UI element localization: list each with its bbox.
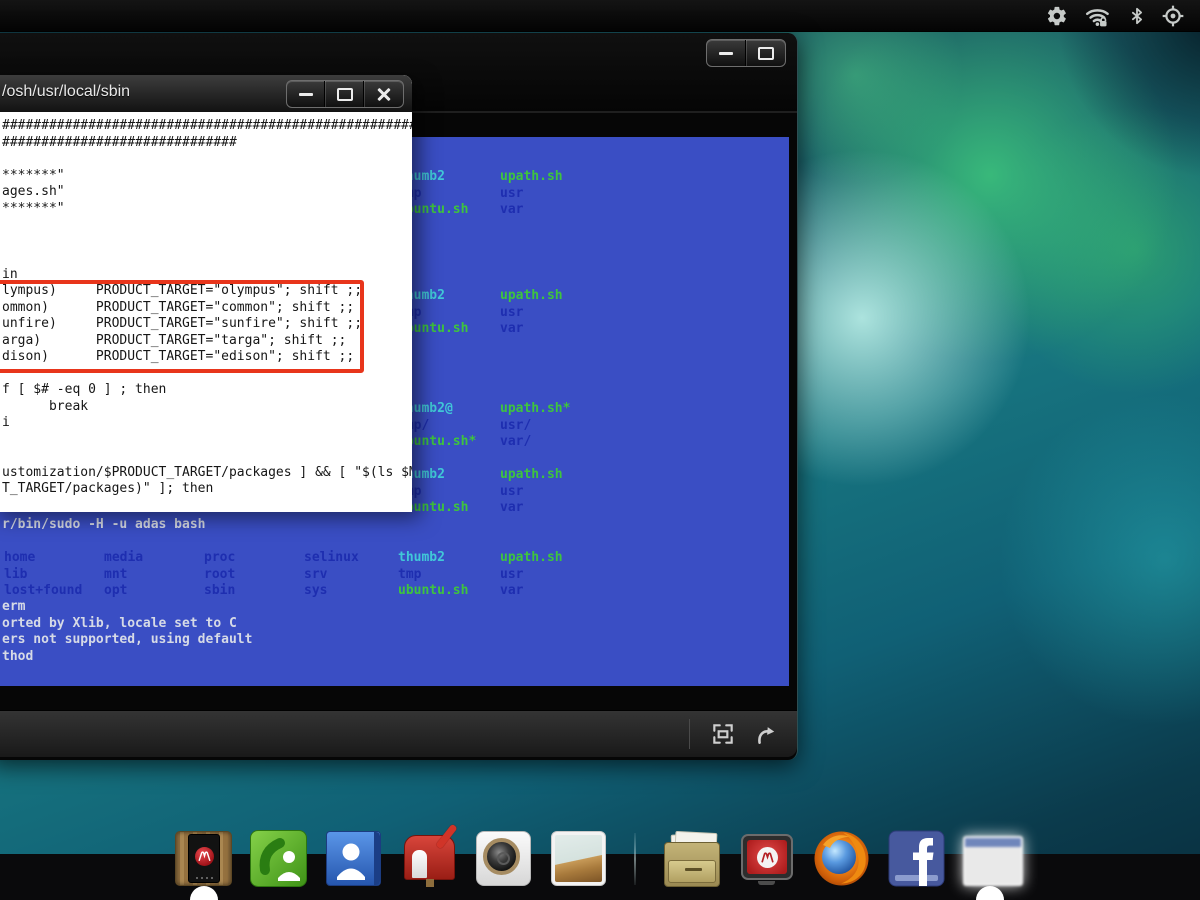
dock-item-gallery[interactable] [550,830,607,887]
terminal-text: upath.sh [500,467,563,483]
fit-to-screen-icon[interactable] [710,721,736,747]
terminal-text: ers not supported, using default [2,632,252,648]
minimize-icon [299,93,313,96]
app-window-toolbar [0,710,797,757]
landscape-photo-icon [555,835,602,882]
close-button[interactable] [364,81,403,107]
terminal-text: proc [204,550,235,566]
mailbox-door [412,850,427,878]
window-title: /osh/usr/local/sbin [2,83,130,101]
script-content[interactable]: ########################################… [0,112,412,512]
drawer-front [668,860,716,883]
terminal-text: var [500,321,523,337]
maximize-icon [758,47,774,60]
terminal-text: var [500,202,523,218]
terminal-text: usr [500,484,523,500]
window-controls [706,39,786,67]
script-terminal-window: /osh/usr/local/sbin ####################… [0,75,412,512]
terminal-text: usr [500,186,523,202]
dock-item-terminal[interactable] [963,830,1020,887]
handset-icon [250,830,307,887]
terminal-text: srv [304,567,327,583]
minimize-icon [719,52,733,55]
terminal-text: root [204,567,235,583]
window-icon [963,836,1023,886]
terminal-text: var/ [500,434,531,450]
dock-item-music[interactable] [475,830,532,887]
terminal-text: var [500,583,523,599]
terminal-text: thod [2,649,33,665]
dock-item-firefox[interactable] [813,830,870,887]
toolbar-divider [689,719,690,749]
terminal-text: lost+found [4,583,82,599]
terminal-text: upath.sh* [500,401,570,417]
terminal-text: upath.sh [500,550,563,566]
terminal-text: usr [500,305,523,321]
dock [175,830,1020,887]
terminal-text: media [104,550,143,566]
person-icon [325,830,382,887]
terminal-text: sbin [204,583,235,599]
maximize-button[interactable] [746,40,786,66]
terminal-text: sys [304,583,327,599]
dock-divider [634,833,636,885]
red-screen [747,840,787,874]
terminal-text: mnt [104,567,127,583]
close-icon [377,87,391,101]
speaker-icon [483,838,520,875]
terminal-text: usr/ [500,418,531,434]
motorola-logo-icon [195,847,214,866]
terminal-text: erm [2,599,25,615]
dock-item-file-manager[interactable] [663,830,720,887]
phone-body [188,834,220,883]
highlight-box [0,280,364,373]
desktop: r/bin/sudo -H -u adas bash thumb2 upath.sh… [0,0,1200,900]
drawer-icon [664,842,720,887]
dock-item-phone[interactable] [250,830,307,887]
script-window-titlebar[interactable]: /osh/usr/local/sbin [0,75,412,113]
dock-item-facebook[interactable] [888,830,945,887]
dock-item-moto-phone[interactable] [175,830,232,887]
terminal-text: tmp [398,567,421,583]
rotate-icon[interactable] [752,721,778,747]
terminal-text: r/bin/sudo -H -u adas bash [2,517,206,533]
facebook-icon [888,830,945,887]
dock-item-contacts[interactable] [325,830,382,887]
status-bar [0,0,1200,32]
wifi-secured-icon[interactable] [1084,4,1112,28]
terminal-text: home [4,550,35,566]
settings-gear-icon[interactable] [1046,5,1068,27]
motorola-logo-icon [757,847,778,868]
terminal-text: opt [104,583,127,599]
location-icon[interactable] [1162,5,1184,27]
terminal-text: thumb2 [398,550,445,566]
terminal-text: upath.sh [500,169,563,185]
maximize-button[interactable] [325,81,364,107]
minimize-button[interactable] [287,81,325,107]
terminal-text: var [500,500,523,516]
bluetooth-icon[interactable] [1128,5,1146,27]
firefox-icon [813,830,870,887]
window-controls [286,80,404,108]
terminal-text: ubuntu.sh [398,583,468,599]
terminal-text: selinux [304,550,359,566]
maximize-icon [337,88,353,101]
dock-item-moto-media[interactable] [738,830,795,887]
monitor-icon [741,834,793,880]
terminal-text: lib [4,567,27,583]
terminal-text: upath.sh [500,288,563,304]
mailbox-post [426,879,434,887]
terminal-text: orted by Xlib, locale set to C [2,616,237,632]
monitor-stand [758,881,775,885]
drawer-handle [685,868,702,871]
mailbox-flag [435,824,457,850]
phone-buttons [189,877,219,879]
dock-item-mail[interactable] [400,830,457,887]
minimize-button[interactable] [707,40,746,66]
terminal-text: usr [500,567,523,583]
mailbox-icon [404,835,455,880]
